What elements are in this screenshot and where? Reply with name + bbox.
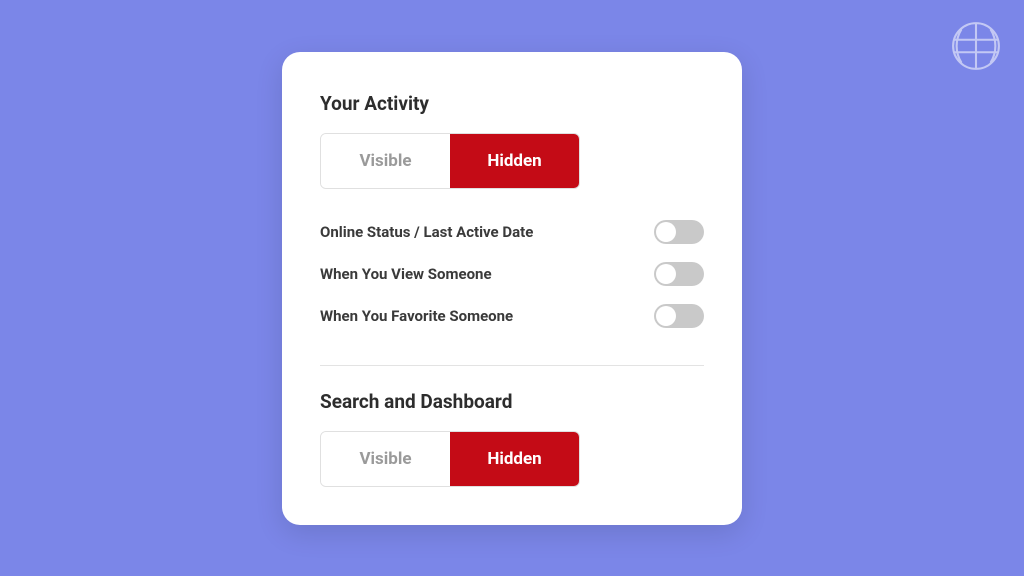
search-visible-option[interactable]: Visible [321, 432, 450, 486]
activity-hidden-option[interactable]: Hidden [450, 134, 579, 188]
option-when-view: When You View Someone [320, 253, 704, 295]
option-label: When You Favorite Someone [320, 307, 513, 325]
toggle-online-status[interactable] [654, 220, 704, 244]
activity-options-list: Online Status / Last Active Date When Yo… [320, 211, 704, 337]
search-visibility-segmented[interactable]: Visible Hidden [320, 431, 580, 487]
watermark-logo [950, 20, 1002, 72]
toggle-when-favorite[interactable] [654, 304, 704, 328]
option-when-favorite: When You Favorite Someone [320, 295, 704, 337]
search-dashboard-section: Search and Dashboard Visible Hidden [320, 390, 704, 487]
search-hidden-option[interactable]: Hidden [450, 432, 579, 486]
activity-visibility-segmented[interactable]: Visible Hidden [320, 133, 580, 189]
option-online-status: Online Status / Last Active Date [320, 211, 704, 253]
privacy-settings-card: Your Activity Visible Hidden Online Stat… [282, 52, 742, 525]
your-activity-title: Your Activity [320, 92, 704, 115]
search-dashboard-title: Search and Dashboard [320, 390, 704, 413]
option-label: When You View Someone [320, 265, 492, 283]
your-activity-section: Your Activity Visible Hidden Online Stat… [320, 92, 704, 337]
option-label: Online Status / Last Active Date [320, 223, 533, 241]
toggle-when-view[interactable] [654, 262, 704, 286]
section-divider [320, 365, 704, 366]
activity-visible-option[interactable]: Visible [321, 134, 450, 188]
